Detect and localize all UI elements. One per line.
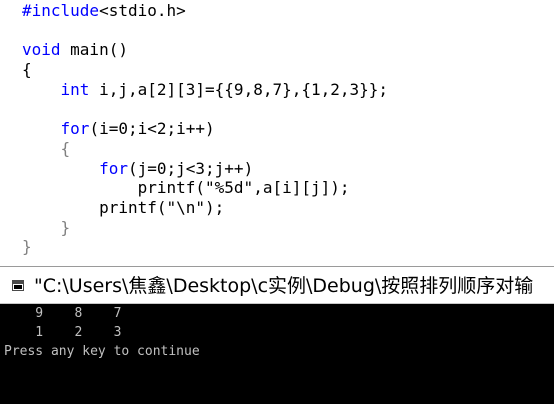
code-line[interactable]: }	[22, 217, 71, 238]
code-line[interactable]: printf("%5d",a[i][j]);	[22, 178, 350, 198]
code-text: }	[22, 237, 32, 257]
code-text: {	[22, 138, 71, 158]
code-line[interactable]: for(i=0;i<2;i++)	[22, 119, 215, 139]
console-output-line-3: Press any key to continue	[4, 344, 200, 359]
code-editor[interactable]: #include<stdio.h> void main(){ int i,j,a[…	[0, 0, 554, 266]
code-text: i,j,a[2][3]={{9,8,7},{1,2,3}};	[89, 79, 389, 99]
code-line[interactable]: #include<stdio.h>	[22, 1, 186, 21]
code-keyword: for	[60, 119, 90, 139]
code-keyword: for	[99, 158, 128, 178]
code-line[interactable]: {	[22, 138, 71, 159]
code-line[interactable]: for(j=0;j<3;j++)	[22, 159, 253, 179]
code-line[interactable]: void main()	[22, 40, 128, 60]
code-keyword: void	[22, 40, 61, 60]
code-keyword: #include	[22, 1, 100, 20]
code-text: (i=0;i<2;i++)	[89, 119, 215, 139]
code-line[interactable]: printf("\n");	[22, 198, 224, 218]
console-window[interactable]: "C:\Users\焦鑫\Desktop\c实例\Debug\按照排列顺序对输 …	[0, 266, 554, 404]
console-titlebar[interactable]: "C:\Users\焦鑫\Desktop\c实例\Debug\按照排列顺序对输	[0, 266, 554, 304]
code-keyword: int	[60, 79, 90, 99]
code-text: (j=0;j<3;j++)	[127, 158, 254, 178]
console-output-line-2: 1 2 3	[4, 325, 122, 340]
code-text: main()	[60, 40, 128, 60]
code-text: <stdio.h>	[99, 1, 186, 20]
console-title: "C:\Users\焦鑫\Desktop\c实例\Debug\按照排列顺序对输	[34, 275, 534, 297]
console-output-line-1: 9 8 7	[4, 306, 122, 321]
console-window-icon	[12, 280, 24, 291]
code-text: {	[22, 60, 32, 80]
code-line[interactable]: int i,j,a[2][3]={{9,8,7},{1,2,3}};	[22, 79, 389, 100]
code-line[interactable]: }	[22, 237, 32, 257]
code-text: printf("%5d",a[i][j]);	[22, 178, 350, 198]
code-line[interactable]: {	[22, 60, 32, 80]
code-text: }	[22, 217, 71, 237]
code-text: printf("\n");	[22, 198, 225, 217]
